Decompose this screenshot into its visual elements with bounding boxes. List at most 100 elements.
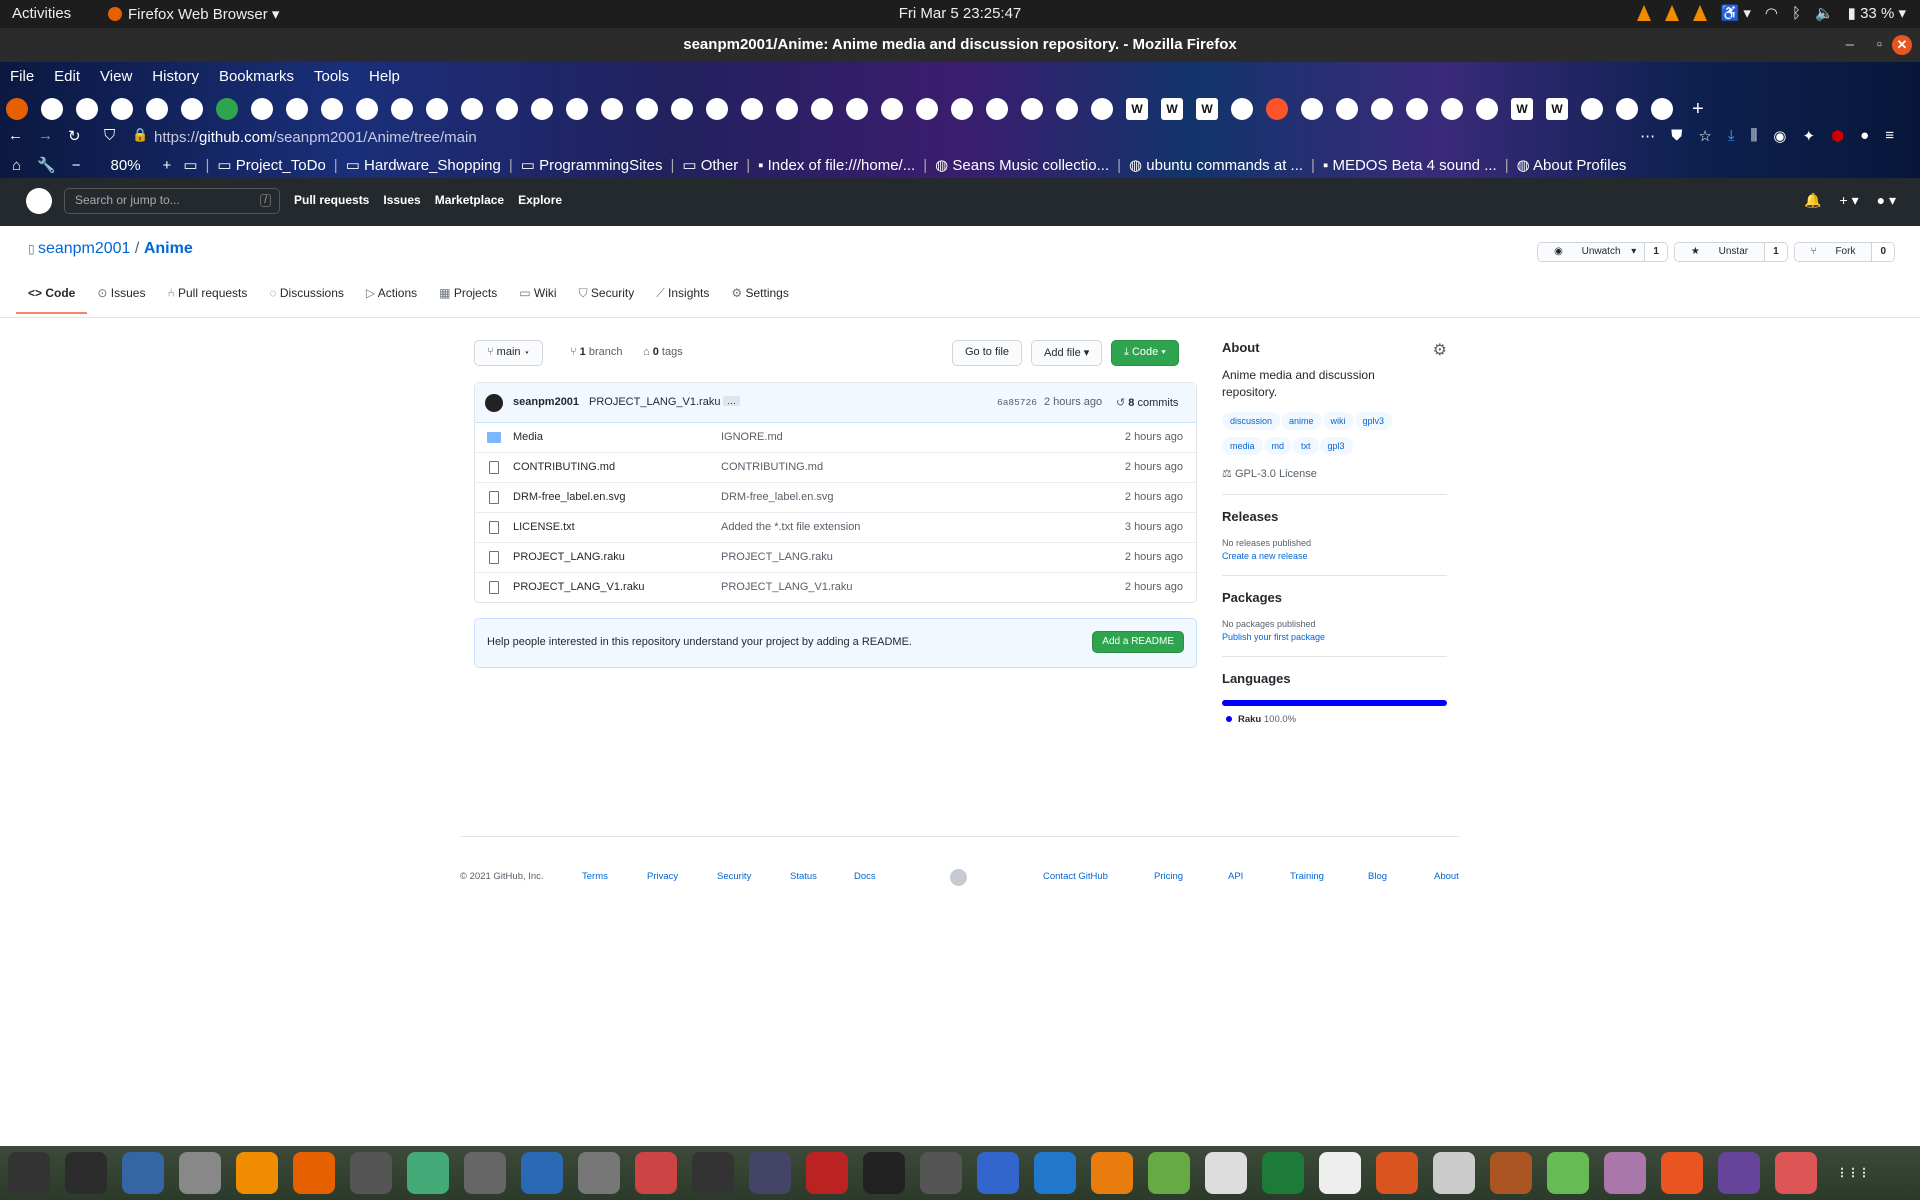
menu-edit[interactable]: Edit — [44, 62, 90, 92]
vlc-tray-icon[interactable] — [1692, 5, 1707, 21]
nav-marketplace[interactable]: Marketplace — [435, 193, 504, 207]
topic-tag[interactable]: txt — [1293, 436, 1319, 455]
minimize-button[interactable]: – — [1846, 28, 1854, 62]
publish-package-link[interactable]: Publish your first package — [1222, 632, 1447, 642]
bookmark-item[interactable]: ▭ Project_ToDo — [217, 156, 325, 174]
search-icon[interactable] — [578, 1152, 620, 1194]
tweaks-icon[interactable] — [1604, 1152, 1646, 1194]
github-tab-icon[interactable] — [1021, 98, 1043, 120]
bookmark-item[interactable]: ▭ Other — [682, 156, 738, 174]
footer-link-docs[interactable]: Docs — [854, 871, 876, 882]
bookmarks-folder-icon[interactable]: ▭ — [183, 156, 197, 174]
github-tab-icon[interactable] — [916, 98, 938, 120]
topic-tag[interactable]: wiki — [1322, 411, 1354, 430]
github-tab-icon[interactable] — [181, 98, 203, 120]
github-tab-icon[interactable] — [881, 98, 903, 120]
footer-link-blog[interactable]: Blog — [1368, 871, 1387, 882]
github-tab-icon[interactable] — [111, 98, 133, 120]
game-icon[interactable] — [1490, 1152, 1532, 1194]
cheese-icon[interactable] — [1718, 1152, 1760, 1194]
branch-select-button[interactable]: ⑂ main ▾ — [474, 340, 544, 366]
github-tab-icon[interactable] — [566, 98, 588, 120]
github-tab-icon[interactable] — [986, 98, 1008, 120]
file-commit-message[interactable]: DRM-free_label.en.svg — [721, 491, 834, 503]
footer-link-security[interactable]: Security — [717, 871, 751, 882]
firefox-icon[interactable] — [293, 1152, 335, 1194]
fork-count[interactable]: 0 — [1871, 243, 1894, 261]
maximize-button[interactable]: ▫ — [1877, 28, 1882, 62]
github-tab-icon[interactable] — [951, 98, 973, 120]
shield-icon[interactable]: ⛉ — [104, 127, 115, 144]
menu-bookmarks[interactable]: Bookmarks — [209, 62, 304, 92]
inkscape-icon[interactable] — [863, 1152, 905, 1194]
github-logo-icon[interactable] — [26, 188, 52, 214]
footer-link-contact[interactable]: Contact GitHub — [1043, 871, 1108, 882]
system-tray[interactable]: ♿ ▾ ◠ ᛒ 🔈 ▮ 33 % ▾ — [1636, 4, 1906, 22]
blender-icon[interactable] — [1091, 1152, 1133, 1194]
wikipedia-tab-icon[interactable]: W — [1126, 98, 1148, 120]
file-name-link[interactable]: CONTRIBUTING.md — [513, 461, 615, 473]
commit-author[interactable]: seanpm2001 — [513, 396, 579, 408]
releases-heading[interactable]: Releases — [1222, 509, 1447, 524]
menu-help[interactable]: Help — [359, 62, 410, 92]
add-readme-button[interactable]: Add a README — [1092, 631, 1184, 653]
github-tab-icon[interactable] — [1371, 98, 1393, 120]
terminal-icon[interactable] — [65, 1152, 107, 1194]
footer-link-terms[interactable]: Terms — [582, 871, 608, 882]
text-editor-icon[interactable] — [122, 1152, 164, 1194]
topic-tag[interactable]: discussion — [1222, 411, 1281, 430]
url-bar[interactable]: https://github.com/seanpm2001/Anime/tree… — [154, 129, 477, 146]
file-name-link[interactable]: LICENSE.txt — [513, 521, 575, 533]
character-map-icon[interactable] — [1205, 1152, 1247, 1194]
branches-link[interactable]: ⑂ 1 branch — [570, 346, 623, 358]
file-name-link[interactable]: Media — [513, 431, 543, 443]
spreadsheet-icon[interactable] — [1262, 1152, 1304, 1194]
avatar[interactable]: ● ▾ — [1877, 192, 1896, 209]
license-link[interactable]: ⚖ GPL-3.0 License — [1222, 467, 1447, 480]
tab-security[interactable]: ⛉ Security — [579, 286, 635, 301]
topic-tag[interactable]: gpl3 — [1319, 436, 1353, 455]
table-row[interactable]: Media IGNORE.md 2 hours ago — [475, 423, 1196, 453]
tab-code[interactable]: <> Code — [15, 286, 88, 314]
vlc-icon[interactable] — [236, 1152, 278, 1194]
app-grid-icon[interactable]: ⋮⋮⋮ — [1832, 1152, 1874, 1194]
brave-tab-icon[interactable] — [1266, 98, 1288, 120]
app-menu-button[interactable]: Firefox Web Browser ▾ — [108, 5, 279, 23]
file-commit-message[interactable]: CONTRIBUTING.md — [721, 461, 823, 473]
settings-icon[interactable] — [464, 1152, 506, 1194]
topic-tag[interactable]: anime — [1281, 411, 1322, 430]
language-item[interactable]: Raku 100.0% — [1222, 714, 1447, 725]
lock-tab-icon[interactable] — [321, 98, 343, 120]
github-tab-icon[interactable] — [461, 98, 483, 120]
bookmark-item[interactable]: ◍ ubuntu commands at ... — [1129, 156, 1303, 174]
github-tab-icon[interactable] — [1231, 98, 1253, 120]
image-tab-icon[interactable] — [741, 98, 763, 120]
lock-icon[interactable]: 🔒 — [132, 127, 148, 143]
topic-tag[interactable]: md — [1263, 436, 1293, 455]
photo-icon[interactable] — [1148, 1152, 1190, 1194]
bookmark-item[interactable]: ◍ Seans Music collectio... — [935, 156, 1109, 174]
zoom-in-button[interactable]: + — [163, 157, 172, 174]
account-icon[interactable]: ◉ — [1773, 127, 1786, 145]
green-tab-icon[interactable] — [216, 98, 238, 120]
go-to-file-button[interactable]: Go to file — [952, 340, 1023, 366]
reload-icon[interactable]: ↻ — [68, 127, 81, 145]
footer-link-status[interactable]: Status — [790, 871, 817, 882]
star-button[interactable]: ★ Unstar 1 — [1673, 242, 1788, 262]
extension-icon[interactable]: ✦ — [1802, 127, 1815, 145]
star-count[interactable]: 1 — [1764, 243, 1787, 261]
github-ext-icon[interactable]: ● — [1860, 127, 1869, 145]
github-tab-icon[interactable] — [1616, 98, 1638, 120]
impress-icon[interactable] — [1376, 1152, 1418, 1194]
inkscape-icon[interactable] — [692, 1152, 734, 1194]
github-mark-icon[interactable] — [950, 869, 967, 886]
fork-button[interactable]: ⑂ Fork 0 — [1793, 242, 1895, 262]
bookmark-item[interactable]: ◍ About Profiles — [1517, 156, 1627, 174]
puzzle-icon[interactable] — [407, 1152, 449, 1194]
github-tab-icon[interactable] — [811, 98, 833, 120]
nav-pull-requests[interactable]: Pull requests — [294, 193, 369, 207]
github-tab-icon[interactable] — [1441, 98, 1463, 120]
file-name-link[interactable]: PROJECT_LANG.raku — [513, 551, 625, 563]
notifications-bell-icon[interactable]: 🔔 — [1804, 192, 1821, 209]
bookmark-star-icon[interactable]: ☆ — [1698, 127, 1711, 145]
